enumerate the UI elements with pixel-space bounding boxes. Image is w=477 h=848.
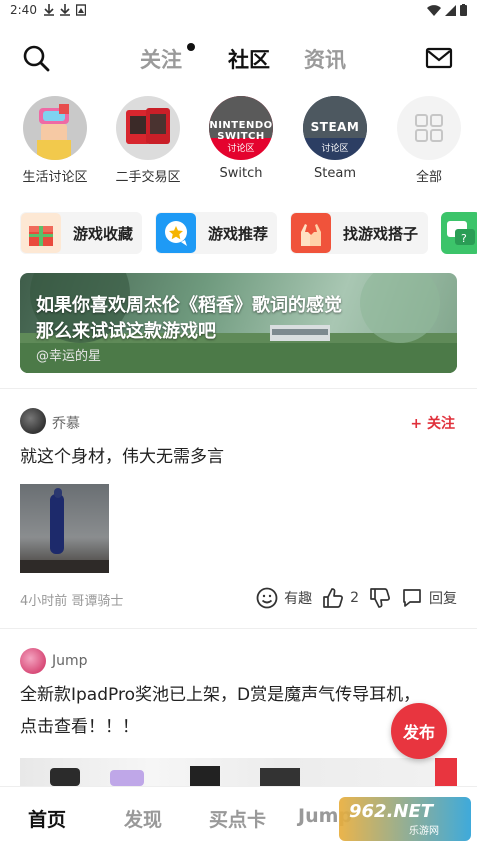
dislike-button[interactable] [369,587,391,609]
follow-button[interactable]: + 关注 [410,413,455,433]
svg-text:?: ? [461,232,467,245]
nav-discover[interactable]: 发现 [124,805,162,832]
category-life-forum[interactable]: 生活讨论区 [10,96,100,185]
thumbs-up-icon [323,588,344,608]
chip-label: 游戏收藏 [73,224,134,243]
category-all[interactable]: 全部 [384,96,474,185]
chip-game-collection[interactable]: 游戏收藏 [20,212,142,254]
search-icon[interactable] [22,44,50,72]
switch-badge: 讨论区 [227,144,255,154]
section-divider [0,388,477,389]
post-text-line1: 全新款IpadPro奖池已上架，D赏是魔声气传导耳机， [20,685,421,705]
status-time: 2:40 [10,3,37,17]
category-label: Steam [314,166,356,181]
post-actions: 有趣 2 回复 [256,587,457,609]
post-text: 就这个身材，伟大无需多言 [20,447,224,467]
react-button[interactable]: 有趣 [256,587,312,609]
post-username[interactable]: Jump [52,653,88,669]
tab-news[interactable]: 资讯 [304,44,346,74]
game-cartridge-icon [116,96,180,160]
bottom-nav: 首页 发现 买点卡 Jump 962.NET 乐游网 [0,786,477,848]
banner-title-line1: 如果你喜欢周杰伦《稻香》歌词的感觉 [36,295,342,316]
chip-label: 找游戏搭子 [343,224,419,243]
chip-question[interactable]: ? [441,212,477,254]
download-icon [44,4,54,16]
reply-label: 回复 [429,591,457,607]
steam-badge: 讨论区 [321,144,349,154]
react-label: 有趣 [284,591,313,607]
chat-question-icon: ? [447,221,475,245]
watermark-brand: 962.NET [349,801,434,822]
life-forum-icon [23,96,87,160]
app-notification-icon [76,4,86,16]
mail-icon[interactable] [425,46,453,70]
avatar[interactable] [20,648,46,674]
category-steam[interactable]: STEAM 讨论区 Steam [290,96,380,181]
reply-button[interactable]: 回复 [401,587,457,609]
signal-icon [445,4,456,16]
chip-find-buddy[interactable]: 找游戏搭子 [290,212,428,254]
nav-buy-card[interactable]: 买点卡 [209,805,266,832]
post-image[interactable] [20,484,109,573]
like-button[interactable]: 2 [322,587,359,609]
forum-categories: 生活讨论区 二手交易区 NINTENDO SWITCH 讨论区 Switch S… [0,96,477,186]
category-switch[interactable]: NINTENDO SWITCH 讨论区 Switch [196,96,286,181]
status-notification-icons [44,4,86,16]
post-username[interactable]: 乔慕 [52,413,80,433]
category-label: 二手交易区 [115,170,181,185]
battery-icon [460,4,467,16]
publish-button[interactable]: 发布 [391,703,447,759]
nav-home[interactable]: 首页 [28,805,66,832]
watermark-sub: 乐游网 [409,826,439,837]
tab-following[interactable]: 关注 [140,44,182,74]
section-divider [0,628,477,629]
status-bar: 2:40 [0,0,477,22]
top-bar: 关注 社区 资讯 [0,36,477,82]
post-image-strip[interactable] [20,758,457,786]
wifi-icon [427,4,441,16]
switch-logo-icon: NINTENDO SWITCH 讨论区 [209,96,273,160]
steam-logo-icon: STEAM 讨论区 [303,96,367,160]
category-label: Switch [219,166,263,181]
tab-community[interactable]: 社区 [228,44,270,74]
banner-author: @幸运的星 [36,349,102,364]
high-five-icon [291,213,331,253]
avatar[interactable] [20,408,46,434]
comment-icon [403,589,421,607]
status-system-icons [427,4,467,16]
smiley-icon [256,587,278,609]
post-meta: 4小时前 哥谭骑士 [20,594,124,609]
following-unread-dot [187,43,195,51]
banner-title-line2: 那么来试试这款游戏吧 [36,321,216,342]
download-icon [60,4,70,16]
steam-logo-text: STEAM [310,120,360,134]
featured-banner[interactable]: 如果你喜欢周杰伦《稻香》歌词的感觉 那么来试试这款游戏吧 @幸运的星 [20,273,457,373]
category-label: 全部 [415,170,442,185]
switch-logo-text: NINTENDO SWITCH [209,120,273,142]
chip-label: 游戏推荐 [208,224,269,243]
chip-game-recommend[interactable]: 游戏推荐 [155,212,277,254]
grid-icon [397,96,461,160]
category-secondhand-trade[interactable]: 二手交易区 [103,96,193,185]
category-label: 生活讨论区 [22,170,88,185]
thumbs-down-icon [370,588,390,608]
star-badge-icon [156,213,196,253]
topic-chips: 游戏收藏 游戏推荐 找游戏搭子 ? [0,212,477,254]
watermark-logo: 962.NET 乐游网 [339,797,471,841]
like-count: 2 [350,590,359,606]
gift-icon [21,213,61,253]
